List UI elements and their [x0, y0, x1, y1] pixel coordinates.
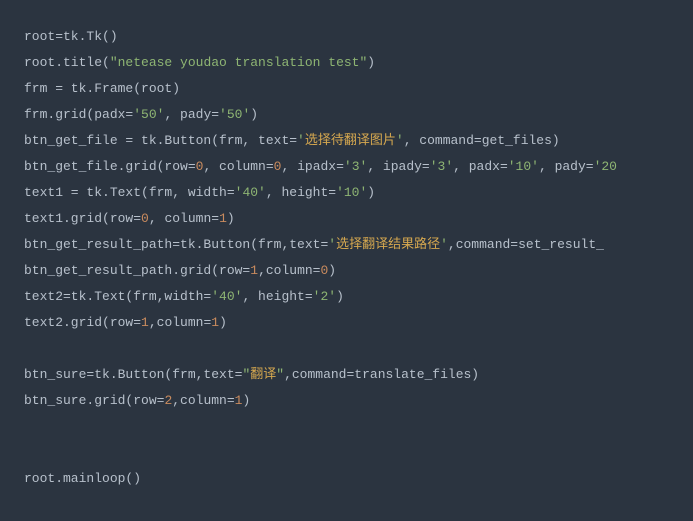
string-literal: "netease youdao translation test"	[110, 55, 367, 70]
string-literal: '3'	[344, 159, 367, 174]
code-line: text1.grid(row=0, column=1)	[24, 206, 693, 232]
code-token: )	[250, 107, 258, 122]
code-token: text1 = tk.Text(frm, width=	[24, 185, 235, 200]
string-quote: "	[276, 367, 284, 382]
code-token: , height=	[266, 185, 336, 200]
code-token: text1.grid(row=	[24, 211, 141, 226]
code-token: )	[367, 55, 375, 70]
code-editor: root=tk.Tk() root.title("netease youdao …	[24, 24, 693, 492]
code-token: )	[328, 263, 336, 278]
string-quote: '	[440, 237, 448, 252]
code-token: text2=tk.Text(frm,width=	[24, 289, 211, 304]
code-token: )	[336, 289, 344, 304]
code-token: , pady=	[164, 107, 219, 122]
code-line: btn_get_file.grid(row=0, column=0, ipadx…	[24, 154, 693, 180]
code-line: frm.grid(padx='50', pady='50')	[24, 102, 693, 128]
code-token: ,command=translate_files)	[284, 367, 479, 382]
code-token: ,column=	[172, 393, 234, 408]
blank-line	[24, 336, 693, 362]
code-token: )	[242, 393, 250, 408]
code-token: text2.grid(row=	[24, 315, 141, 330]
code-token: )	[367, 185, 375, 200]
string-literal-cn: 翻译	[250, 367, 276, 382]
blank-line	[24, 414, 693, 440]
string-quote: '	[328, 237, 336, 252]
code-token: ,command=set_result_	[448, 237, 604, 252]
code-token: )	[227, 211, 235, 226]
code-token: btn_get_file = tk.Button(frm, text=	[24, 133, 297, 148]
code-token: , ipady=	[367, 159, 429, 174]
string-literal: '10'	[508, 159, 539, 174]
code-token: btn_get_file.grid(row=	[24, 159, 196, 174]
code-token: root.title(	[24, 55, 110, 70]
code-token: frm = tk.Frame(root)	[24, 81, 180, 96]
string-literal: '50'	[133, 107, 164, 122]
code-token: frm.grid(padx=	[24, 107, 133, 122]
blank-line	[24, 440, 693, 466]
string-literal-cn: 选择待翻译图片	[305, 133, 396, 148]
code-token: btn_get_result_path=tk.Button(frm,text=	[24, 237, 328, 252]
string-quote: '	[396, 133, 404, 148]
string-literal: '10'	[336, 185, 367, 200]
code-token: root=tk.Tk()	[24, 29, 118, 44]
code-token: , column=	[203, 159, 273, 174]
code-line: text1 = tk.Text(frm, width='40', height=…	[24, 180, 693, 206]
code-token: )	[219, 315, 227, 330]
string-literal: '40'	[235, 185, 266, 200]
code-token: btn_get_result_path.grid(row=	[24, 263, 250, 278]
string-literal-cn: 选择翻译结果路径	[336, 237, 440, 252]
code-line: root.title("netease youdao translation t…	[24, 50, 693, 76]
string-quote: '	[297, 133, 305, 148]
code-line: text2.grid(row=1,column=1)	[24, 310, 693, 336]
string-literal: '40'	[211, 289, 242, 304]
code-line: btn_get_result_path=tk.Button(frm,text='…	[24, 232, 693, 258]
string-literal: '20	[594, 159, 617, 174]
number-literal: 1	[219, 211, 227, 226]
code-line: frm = tk.Frame(root)	[24, 76, 693, 102]
code-line: btn_get_result_path.grid(row=1,column=0)	[24, 258, 693, 284]
code-token: , ipadx=	[281, 159, 343, 174]
string-literal: '2'	[313, 289, 336, 304]
number-literal: 1	[141, 315, 149, 330]
code-token: , command=get_files)	[404, 133, 560, 148]
code-token: btn_sure.grid(row=	[24, 393, 164, 408]
code-token: , column=	[149, 211, 219, 226]
number-literal: 1	[250, 263, 258, 278]
code-line: btn_get_file = tk.Button(frm, text='选择待翻…	[24, 128, 693, 154]
code-line: text2=tk.Text(frm,width='40', height='2'…	[24, 284, 693, 310]
code-token: , padx=	[453, 159, 508, 174]
code-token: , height=	[242, 289, 312, 304]
code-line: btn_sure.grid(row=2,column=1)	[24, 388, 693, 414]
code-line: root=tk.Tk()	[24, 24, 693, 50]
code-token: btn_sure=tk.Button(frm,text=	[24, 367, 242, 382]
code-token: root.mainloop()	[24, 471, 141, 486]
string-literal: '3'	[430, 159, 453, 174]
code-token: ,column=	[149, 315, 211, 330]
number-literal: 1	[211, 315, 219, 330]
number-literal: 0	[141, 211, 149, 226]
string-literal: '50'	[219, 107, 250, 122]
code-token: , pady=	[539, 159, 594, 174]
code-line: btn_sure=tk.Button(frm,text="翻译",command…	[24, 362, 693, 388]
code-token: ,column=	[258, 263, 320, 278]
code-line: root.mainloop()	[24, 466, 693, 492]
